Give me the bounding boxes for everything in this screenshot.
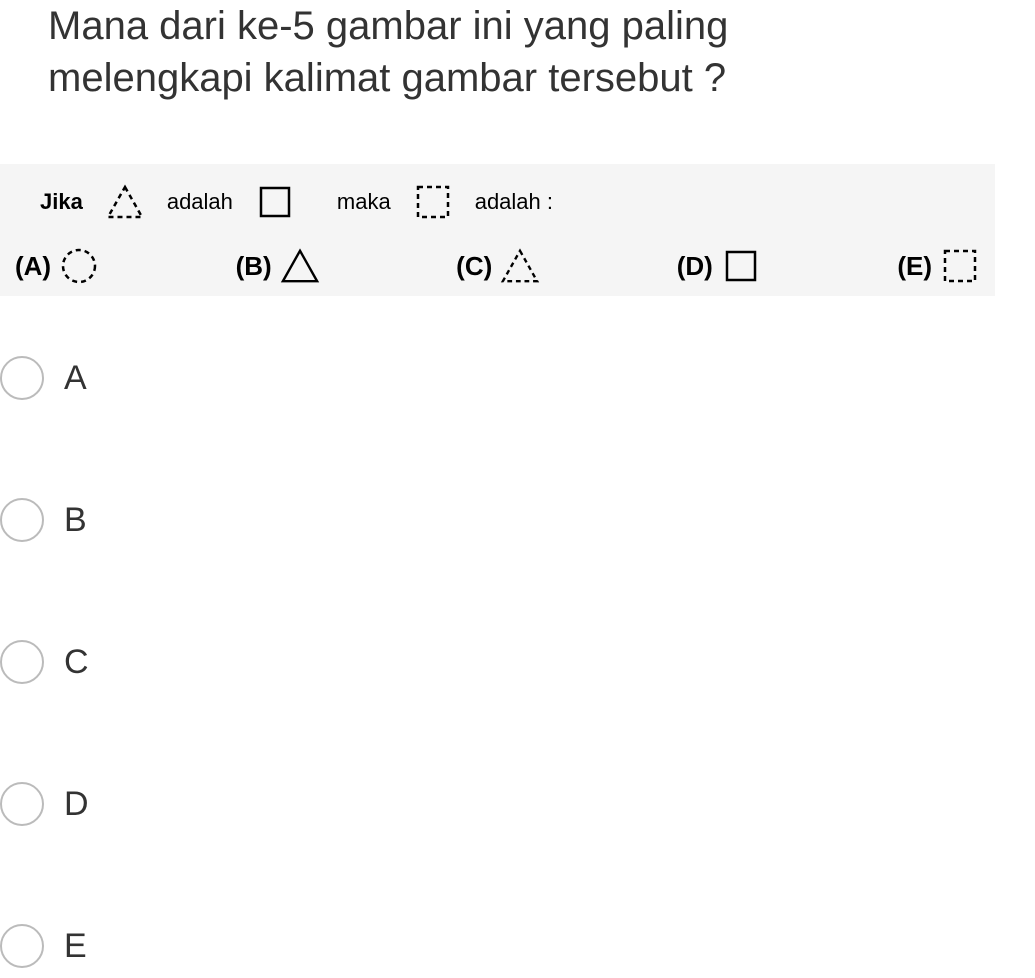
- option-b: (B): [236, 246, 320, 286]
- title-line-1: Mana dari ke-5 gambar ini yang paling: [48, 4, 728, 48]
- answer-label-b: B: [64, 501, 87, 540]
- answer-label-a: A: [64, 359, 87, 398]
- option-c-label: (C): [456, 251, 492, 282]
- triangle-dashed-icon: [500, 246, 540, 286]
- triangle-solid-icon: [280, 246, 320, 286]
- radio-c[interactable]: [0, 640, 44, 684]
- option-b-label: (B): [236, 251, 272, 282]
- analogy-row: Jika adalah maka adalah :: [10, 182, 985, 222]
- option-c: (C): [456, 246, 540, 286]
- square-solid-icon: [255, 182, 295, 222]
- radio-b[interactable]: [0, 498, 44, 542]
- square-solid-icon: [721, 246, 761, 286]
- answer-row-c[interactable]: C: [0, 630, 1035, 694]
- option-d: (D): [677, 246, 761, 286]
- square-dashed-icon: [940, 246, 980, 286]
- answer-label-c: C: [64, 643, 89, 682]
- analogy-word-adalah: adalah: [167, 189, 233, 215]
- options-row: (A) (B) (C) (D): [10, 246, 985, 286]
- analogy-word-maka: maka: [337, 189, 391, 215]
- triangle-dashed-icon: [105, 182, 145, 222]
- radio-d[interactable]: [0, 782, 44, 826]
- analogy-word-adalah-colon: adalah :: [475, 189, 553, 215]
- question-title: Mana dari ke-5 gambar ini yang paling me…: [0, 0, 1035, 104]
- answer-row-b[interactable]: B: [0, 488, 1035, 552]
- circle-dashed-icon: [59, 246, 99, 286]
- option-e-label: (E): [897, 251, 932, 282]
- answer-row-e[interactable]: E: [0, 914, 1035, 978]
- answer-label-d: D: [64, 785, 89, 824]
- title-line-2: melengkapi kalimat gambar tersebut ?: [48, 56, 726, 100]
- answer-row-d[interactable]: D: [0, 772, 1035, 836]
- answer-list: A B C D E: [0, 296, 1035, 978]
- option-a-label: (A): [15, 251, 51, 282]
- answer-row-a[interactable]: A: [0, 346, 1035, 410]
- analogy-word-jika: Jika: [40, 189, 83, 215]
- radio-a[interactable]: [0, 356, 44, 400]
- option-e: (E): [897, 246, 980, 286]
- radio-e[interactable]: [0, 924, 44, 968]
- option-a: (A): [15, 246, 99, 286]
- option-d-label: (D): [677, 251, 713, 282]
- square-dashed-icon: [413, 182, 453, 222]
- diagram-panel: Jika adalah maka adalah : (A): [0, 164, 995, 296]
- answer-label-e: E: [64, 927, 87, 966]
